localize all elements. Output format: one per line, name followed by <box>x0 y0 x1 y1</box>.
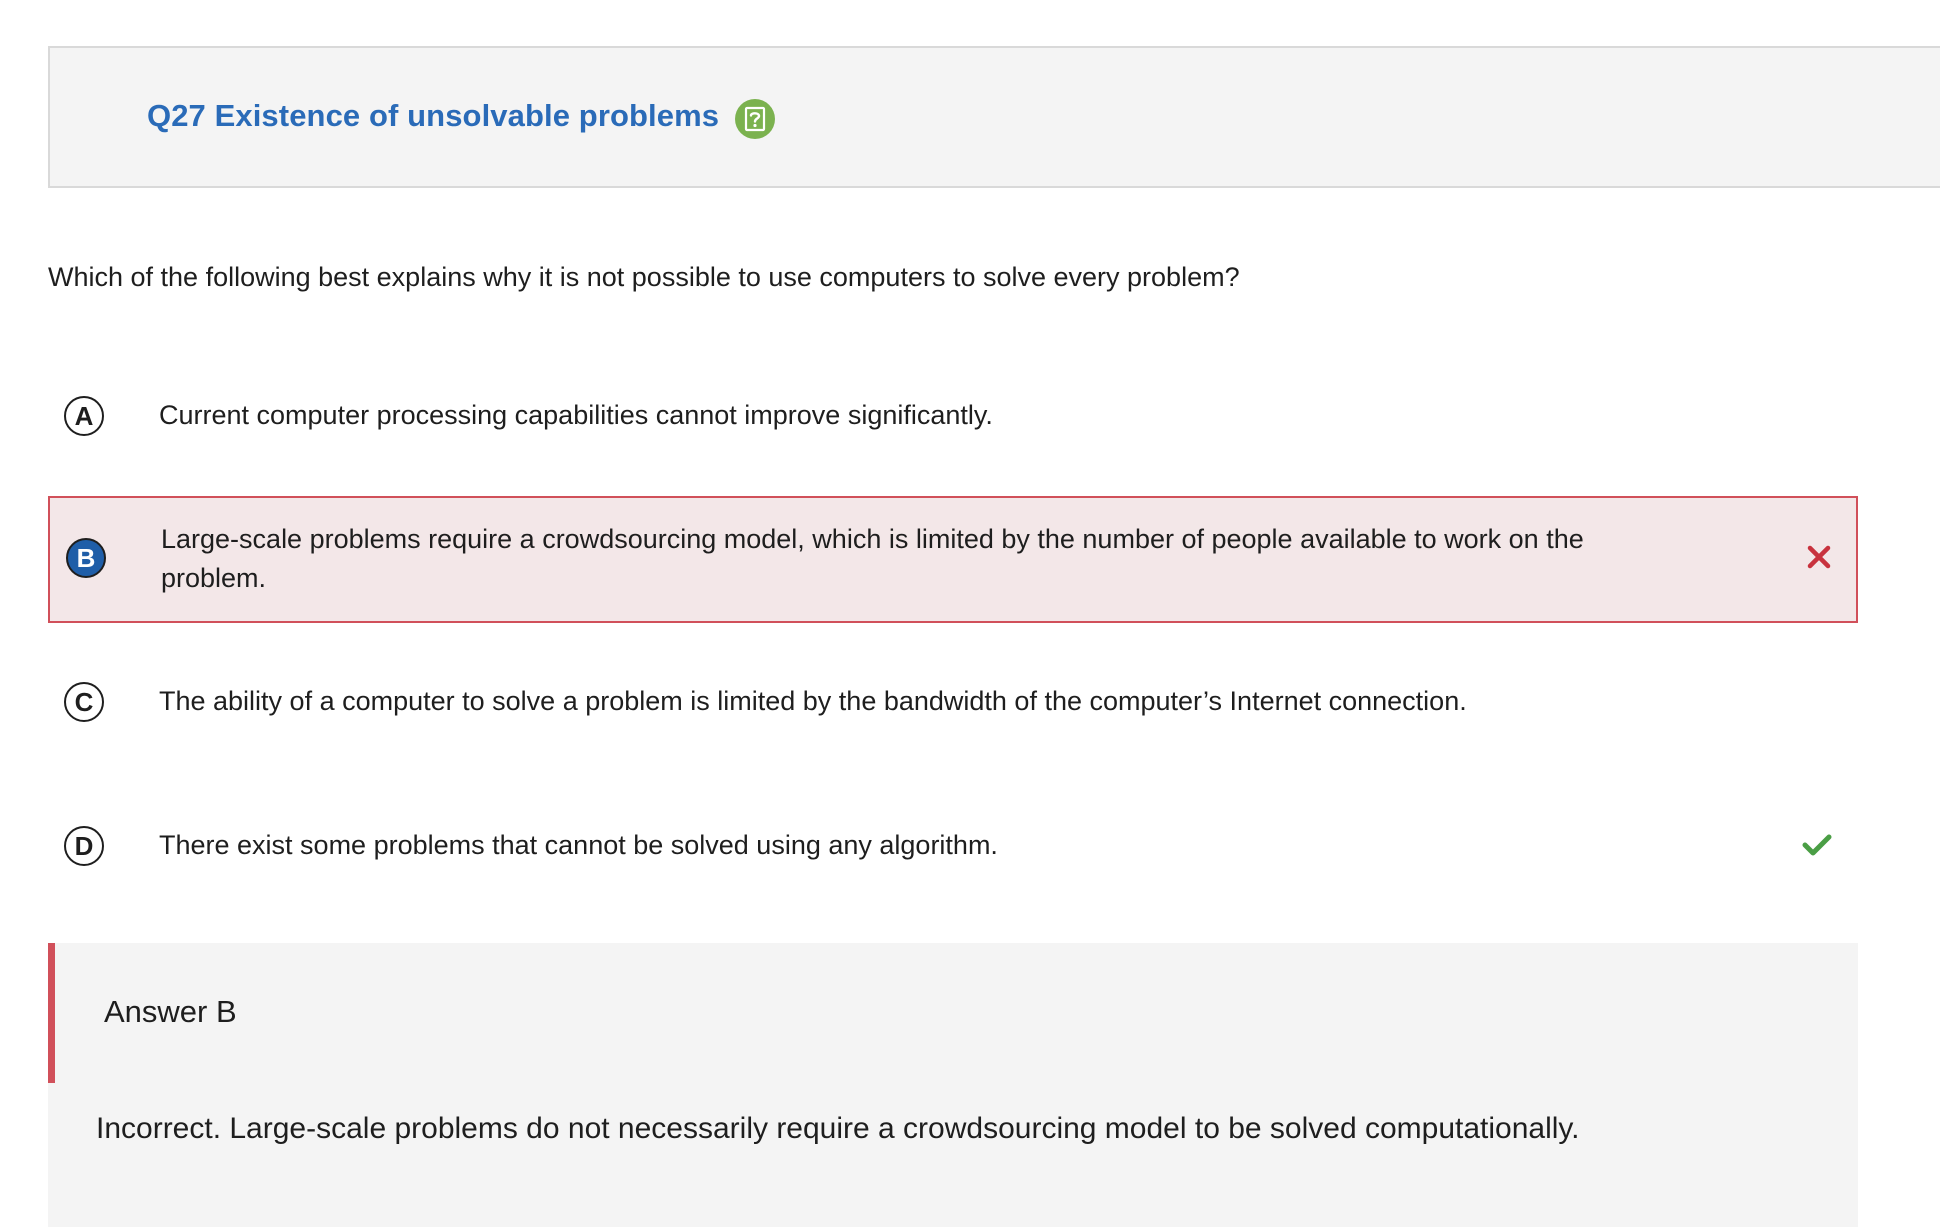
question-header: Q27 Existence of unsolvable problems <box>48 46 1940 188</box>
option-text-c: The ability of a computer to solve a pro… <box>159 686 1467 716</box>
option-text-d: There exist some problems that cannot be… <box>159 830 998 860</box>
question-stem: Which of the following best explains why… <box>48 262 1240 292</box>
option-text-a: Current computer processing capabilities… <box>159 400 993 430</box>
option-b[interactable]: B Large-scale problems require a crowdso… <box>48 496 1858 623</box>
answer-explanation-panel: Answer B Incorrect. Large-scale problems… <box>48 943 1858 1227</box>
question-page: Q27 Existence of unsolvable problems Whi… <box>0 0 1940 1227</box>
question-mark-icon[interactable] <box>735 99 775 139</box>
option-letter-c[interactable]: C <box>64 682 104 722</box>
option-text-b: Large-scale problems require a crowdsour… <box>161 524 1584 593</box>
option-a[interactable]: A Current computer processing capabiliti… <box>48 384 1858 450</box>
question-title: Q27 Existence of unsolvable problems <box>147 98 720 133</box>
answer-explanation: Incorrect. Large-scale problems do not n… <box>96 1112 1580 1145</box>
answer-status-bar <box>48 943 55 1083</box>
correct-check-icon <box>1800 828 1834 862</box>
incorrect-x-icon <box>1802 540 1836 574</box>
option-letter-a[interactable]: A <box>64 396 104 436</box>
option-letter-d[interactable]: D <box>64 826 104 866</box>
answer-title: Answer B <box>104 994 237 1029</box>
option-d[interactable]: D There exist some problems that cannot … <box>48 816 1858 882</box>
option-letter-b[interactable]: B <box>66 538 106 578</box>
option-c[interactable]: C The ability of a computer to solve a p… <box>48 672 1858 738</box>
